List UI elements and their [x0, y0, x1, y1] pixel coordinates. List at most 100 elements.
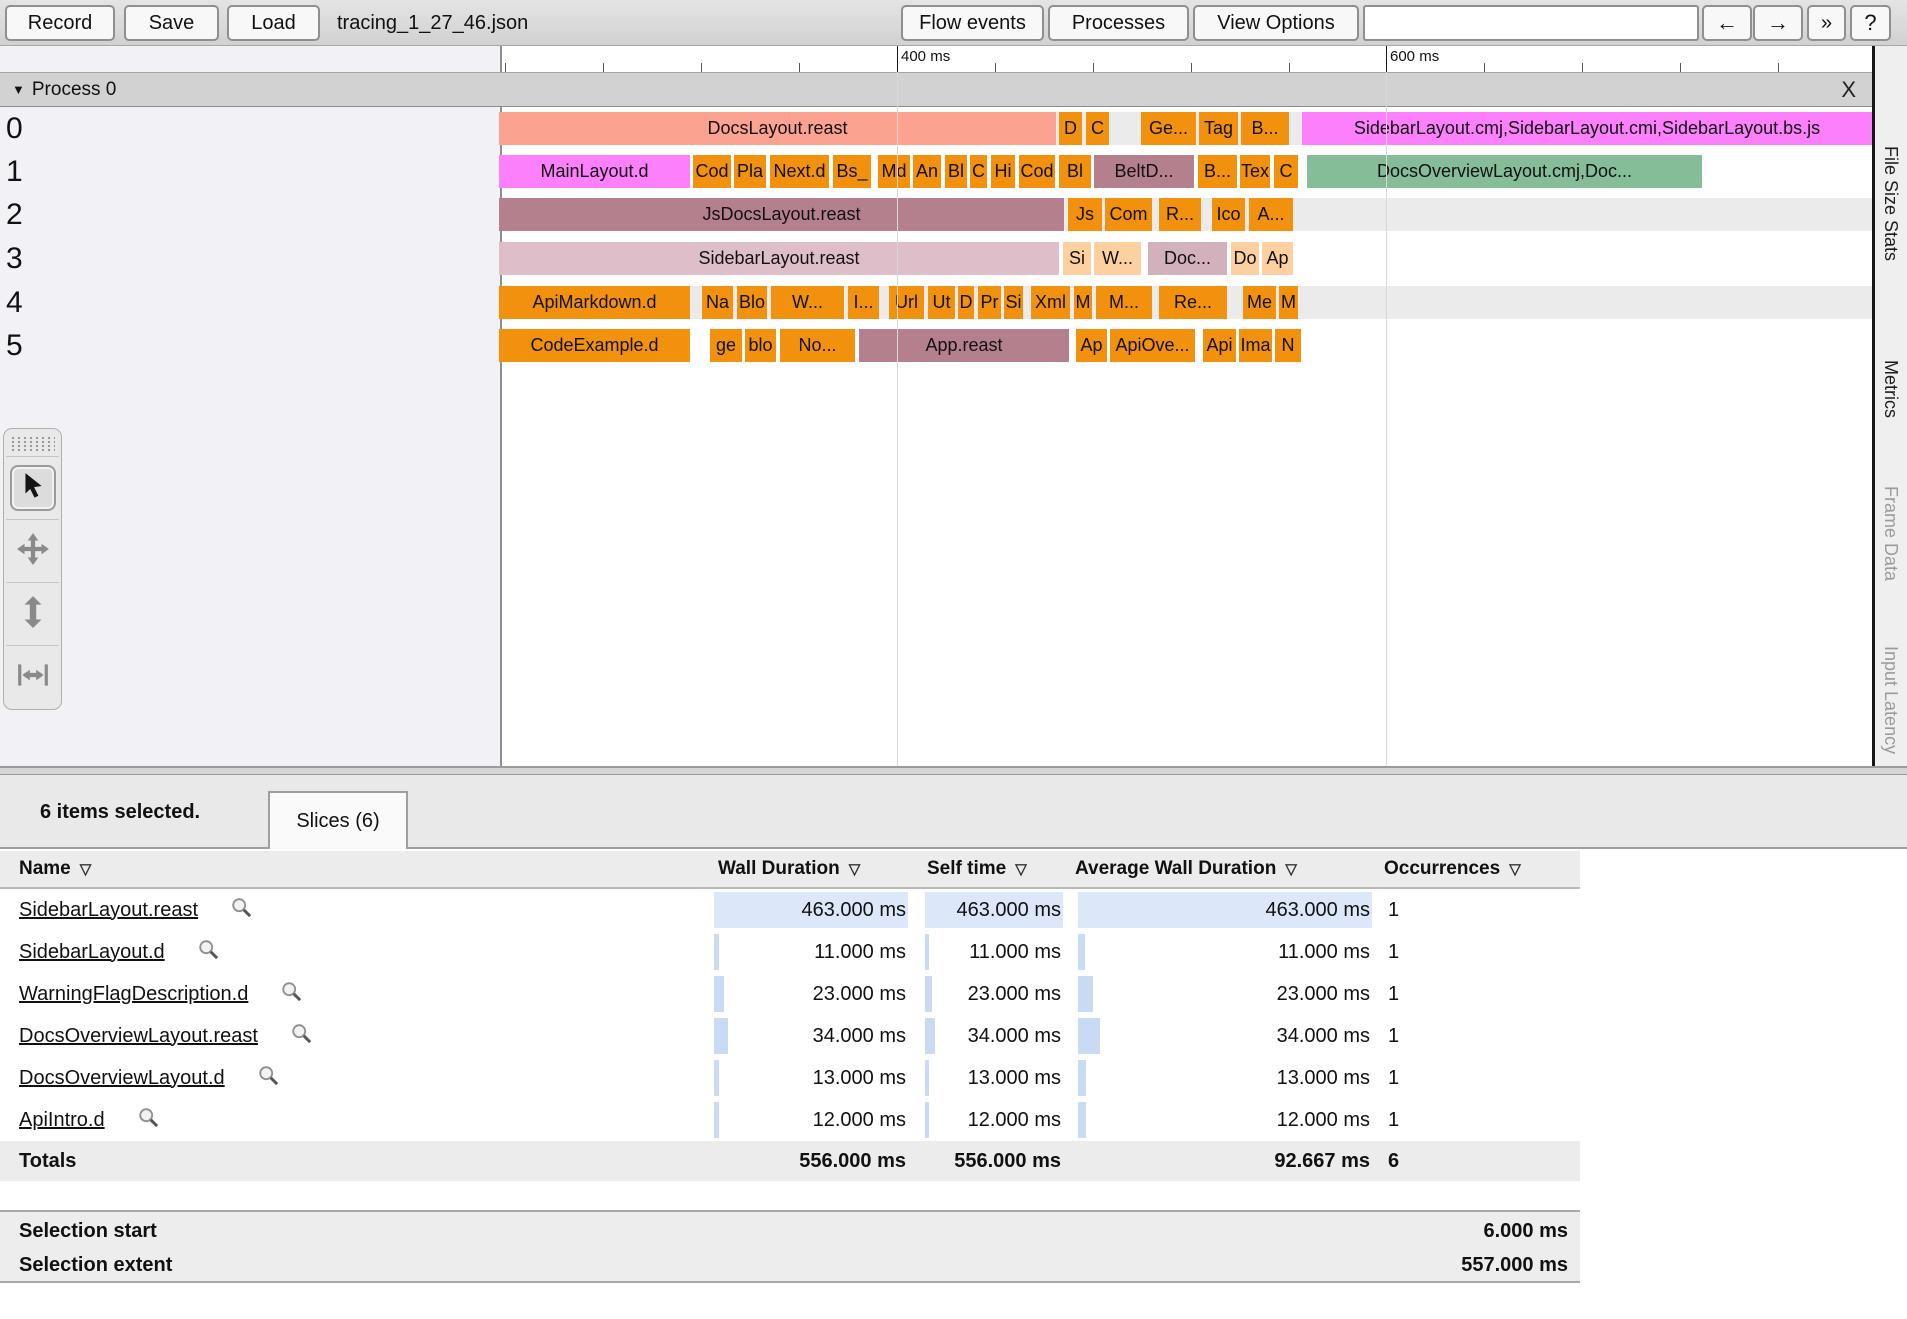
- collapse-triangle-icon[interactable]: ▼: [12, 82, 25, 97]
- trace-slice[interactable]: Url: [889, 286, 924, 319]
- selection-tool-button[interactable]: [4, 457, 61, 519]
- trace-slice[interactable]: Re...: [1159, 286, 1227, 319]
- load-button[interactable]: Load: [227, 5, 320, 41]
- trace-slice[interactable]: D: [1059, 112, 1082, 145]
- trace-slice[interactable]: Bs_: [833, 155, 871, 188]
- trace-slice[interactable]: ApiOve...: [1110, 329, 1195, 362]
- process-header[interactable]: ▼ Process 0 X: [0, 72, 1872, 107]
- trace-slice[interactable]: Js: [1068, 198, 1102, 231]
- sidebar-tab-file-size-stats[interactable]: File Size Stats: [1880, 146, 1901, 261]
- trace-slice[interactable]: Ima: [1239, 329, 1272, 362]
- column-header-occurrences[interactable]: Occurrences▽: [1384, 851, 1521, 887]
- slice-name-link[interactable]: SidebarLayout.reast: [19, 899, 198, 922]
- view-options-button[interactable]: View Options: [1193, 5, 1359, 41]
- column-header-name[interactable]: Name▽: [19, 851, 91, 887]
- trace-slice[interactable]: ApiMarkdown.d: [499, 286, 690, 319]
- trace-slice[interactable]: C: [1086, 112, 1109, 145]
- magnifier-icon[interactable]: [137, 1106, 160, 1134]
- trace-slice[interactable]: App.reast: [859, 329, 1069, 362]
- trace-slice[interactable]: D: [958, 286, 974, 319]
- trace-slice[interactable]: Ico: [1212, 198, 1245, 231]
- trace-slice[interactable]: I...: [848, 286, 879, 319]
- trace-slice[interactable]: C: [970, 155, 987, 188]
- trace-slice[interactable]: A...: [1249, 198, 1293, 231]
- trace-slice[interactable]: Na: [702, 286, 733, 319]
- trace-slice[interactable]: M: [1074, 286, 1092, 319]
- slice-name-link[interactable]: ApiIntro.d: [19, 1109, 105, 1132]
- record-button[interactable]: Record: [5, 5, 115, 41]
- trace-slice[interactable]: BeltD...: [1094, 155, 1194, 188]
- trace-slice[interactable]: blo: [745, 329, 776, 362]
- close-process-icon[interactable]: X: [1841, 73, 1856, 106]
- trace-slice[interactable]: Bl: [945, 155, 967, 188]
- trace-slice[interactable]: Si: [1004, 286, 1023, 319]
- trace-slice[interactable]: B...: [1198, 155, 1237, 188]
- save-button[interactable]: Save: [124, 5, 219, 41]
- trace-slice[interactable]: Cod: [693, 155, 731, 188]
- trace-slice[interactable]: Pr: [978, 286, 1001, 319]
- trace-slice[interactable]: Ap: [1262, 242, 1293, 275]
- overflow-button[interactable]: »: [1807, 5, 1846, 41]
- find-previous-button[interactable]: ←: [1702, 5, 1752, 41]
- trace-slice[interactable]: DocsOverviewLayout.cmj,Doc...: [1307, 155, 1702, 188]
- trace-slice[interactable]: N: [1275, 329, 1301, 362]
- trace-slice[interactable]: Ge...: [1141, 112, 1196, 145]
- trace-slice[interactable]: R...: [1159, 198, 1201, 231]
- sidebar-tab-metrics[interactable]: Metrics: [1880, 360, 1901, 418]
- trace-slice[interactable]: M: [1279, 286, 1298, 319]
- flow-events-button[interactable]: Flow events: [901, 5, 1044, 41]
- slice-name-link[interactable]: SidebarLayout.d: [19, 941, 165, 964]
- trace-slice[interactable]: Do: [1231, 242, 1259, 275]
- magnifier-icon[interactable]: [230, 896, 253, 924]
- zoom-tool-button[interactable]: [4, 583, 61, 645]
- column-header-self-time[interactable]: Self time▽: [927, 851, 1027, 887]
- trace-slice[interactable]: Md: [878, 155, 910, 188]
- trace-slice[interactable]: Doc...: [1148, 242, 1227, 275]
- help-button[interactable]: ?: [1850, 5, 1891, 41]
- trace-slice[interactable]: W...: [771, 286, 844, 319]
- trace-slice[interactable]: MainLayout.d: [499, 155, 690, 188]
- processes-button[interactable]: Processes: [1048, 5, 1189, 41]
- timing-tool-button[interactable]: [4, 646, 61, 708]
- magnifier-icon[interactable]: [257, 1064, 280, 1092]
- trace-slice[interactable]: Pla: [734, 155, 766, 188]
- trace-slice[interactable]: Tex: [1240, 155, 1270, 188]
- panel-splitter[interactable]: [0, 766, 1907, 775]
- palette-grip-handle[interactable]: [10, 436, 55, 452]
- slice-name-link[interactable]: DocsOverviewLayout.reast: [19, 1025, 258, 1048]
- search-input[interactable]: [1363, 5, 1699, 41]
- column-header-wall-duration[interactable]: Wall Duration▽: [718, 851, 860, 887]
- column-header-average-wall-duration[interactable]: Average Wall Duration▽: [1075, 851, 1297, 887]
- trace-slice[interactable]: Me: [1243, 286, 1276, 319]
- trace-slice[interactable]: Si: [1063, 242, 1091, 275]
- trace-slice[interactable]: SidebarLayout.cmj,SidebarLayout.cmi,Side…: [1302, 112, 1872, 145]
- trace-slice[interactable]: Hi: [991, 155, 1015, 188]
- trace-slice[interactable]: Cod: [1019, 155, 1055, 188]
- trace-slice[interactable]: Ut: [928, 286, 955, 319]
- find-next-button[interactable]: →: [1753, 5, 1803, 41]
- trace-slice[interactable]: W...: [1094, 242, 1141, 275]
- magnifier-icon[interactable]: [280, 980, 303, 1008]
- trace-slice[interactable]: Api: [1203, 329, 1236, 362]
- magnifier-icon[interactable]: [197, 938, 220, 966]
- trace-slice[interactable]: Ap: [1076, 329, 1107, 362]
- trace-slice[interactable]: CodeExample.d: [499, 329, 690, 362]
- trace-slice[interactable]: Com: [1105, 198, 1152, 231]
- trace-slice[interactable]: DocsLayout.reast: [499, 112, 1056, 145]
- trace-slice[interactable]: Xml: [1031, 286, 1070, 319]
- trace-slice[interactable]: B...: [1241, 112, 1289, 145]
- trace-slice[interactable]: M...: [1096, 286, 1152, 319]
- tab-slices[interactable]: Slices (6): [268, 791, 408, 849]
- trace-slice[interactable]: Blo: [737, 286, 767, 319]
- trace-slice[interactable]: SidebarLayout.reast: [499, 242, 1059, 275]
- trace-slice[interactable]: ge: [710, 329, 742, 362]
- trace-slice[interactable]: Next.d: [770, 155, 829, 188]
- slice-name-link[interactable]: DocsOverviewLayout.d: [19, 1067, 225, 1090]
- trace-slice[interactable]: Bl: [1059, 155, 1091, 188]
- magnifier-icon[interactable]: [290, 1022, 313, 1050]
- trace-slice[interactable]: Tag: [1199, 112, 1238, 145]
- trace-slice[interactable]: JsDocsLayout.reast: [499, 198, 1064, 231]
- trace-slice[interactable]: C: [1274, 155, 1298, 188]
- slice-name-link[interactable]: WarningFlagDescription.d: [19, 983, 248, 1006]
- trace-slice[interactable]: An: [913, 155, 941, 188]
